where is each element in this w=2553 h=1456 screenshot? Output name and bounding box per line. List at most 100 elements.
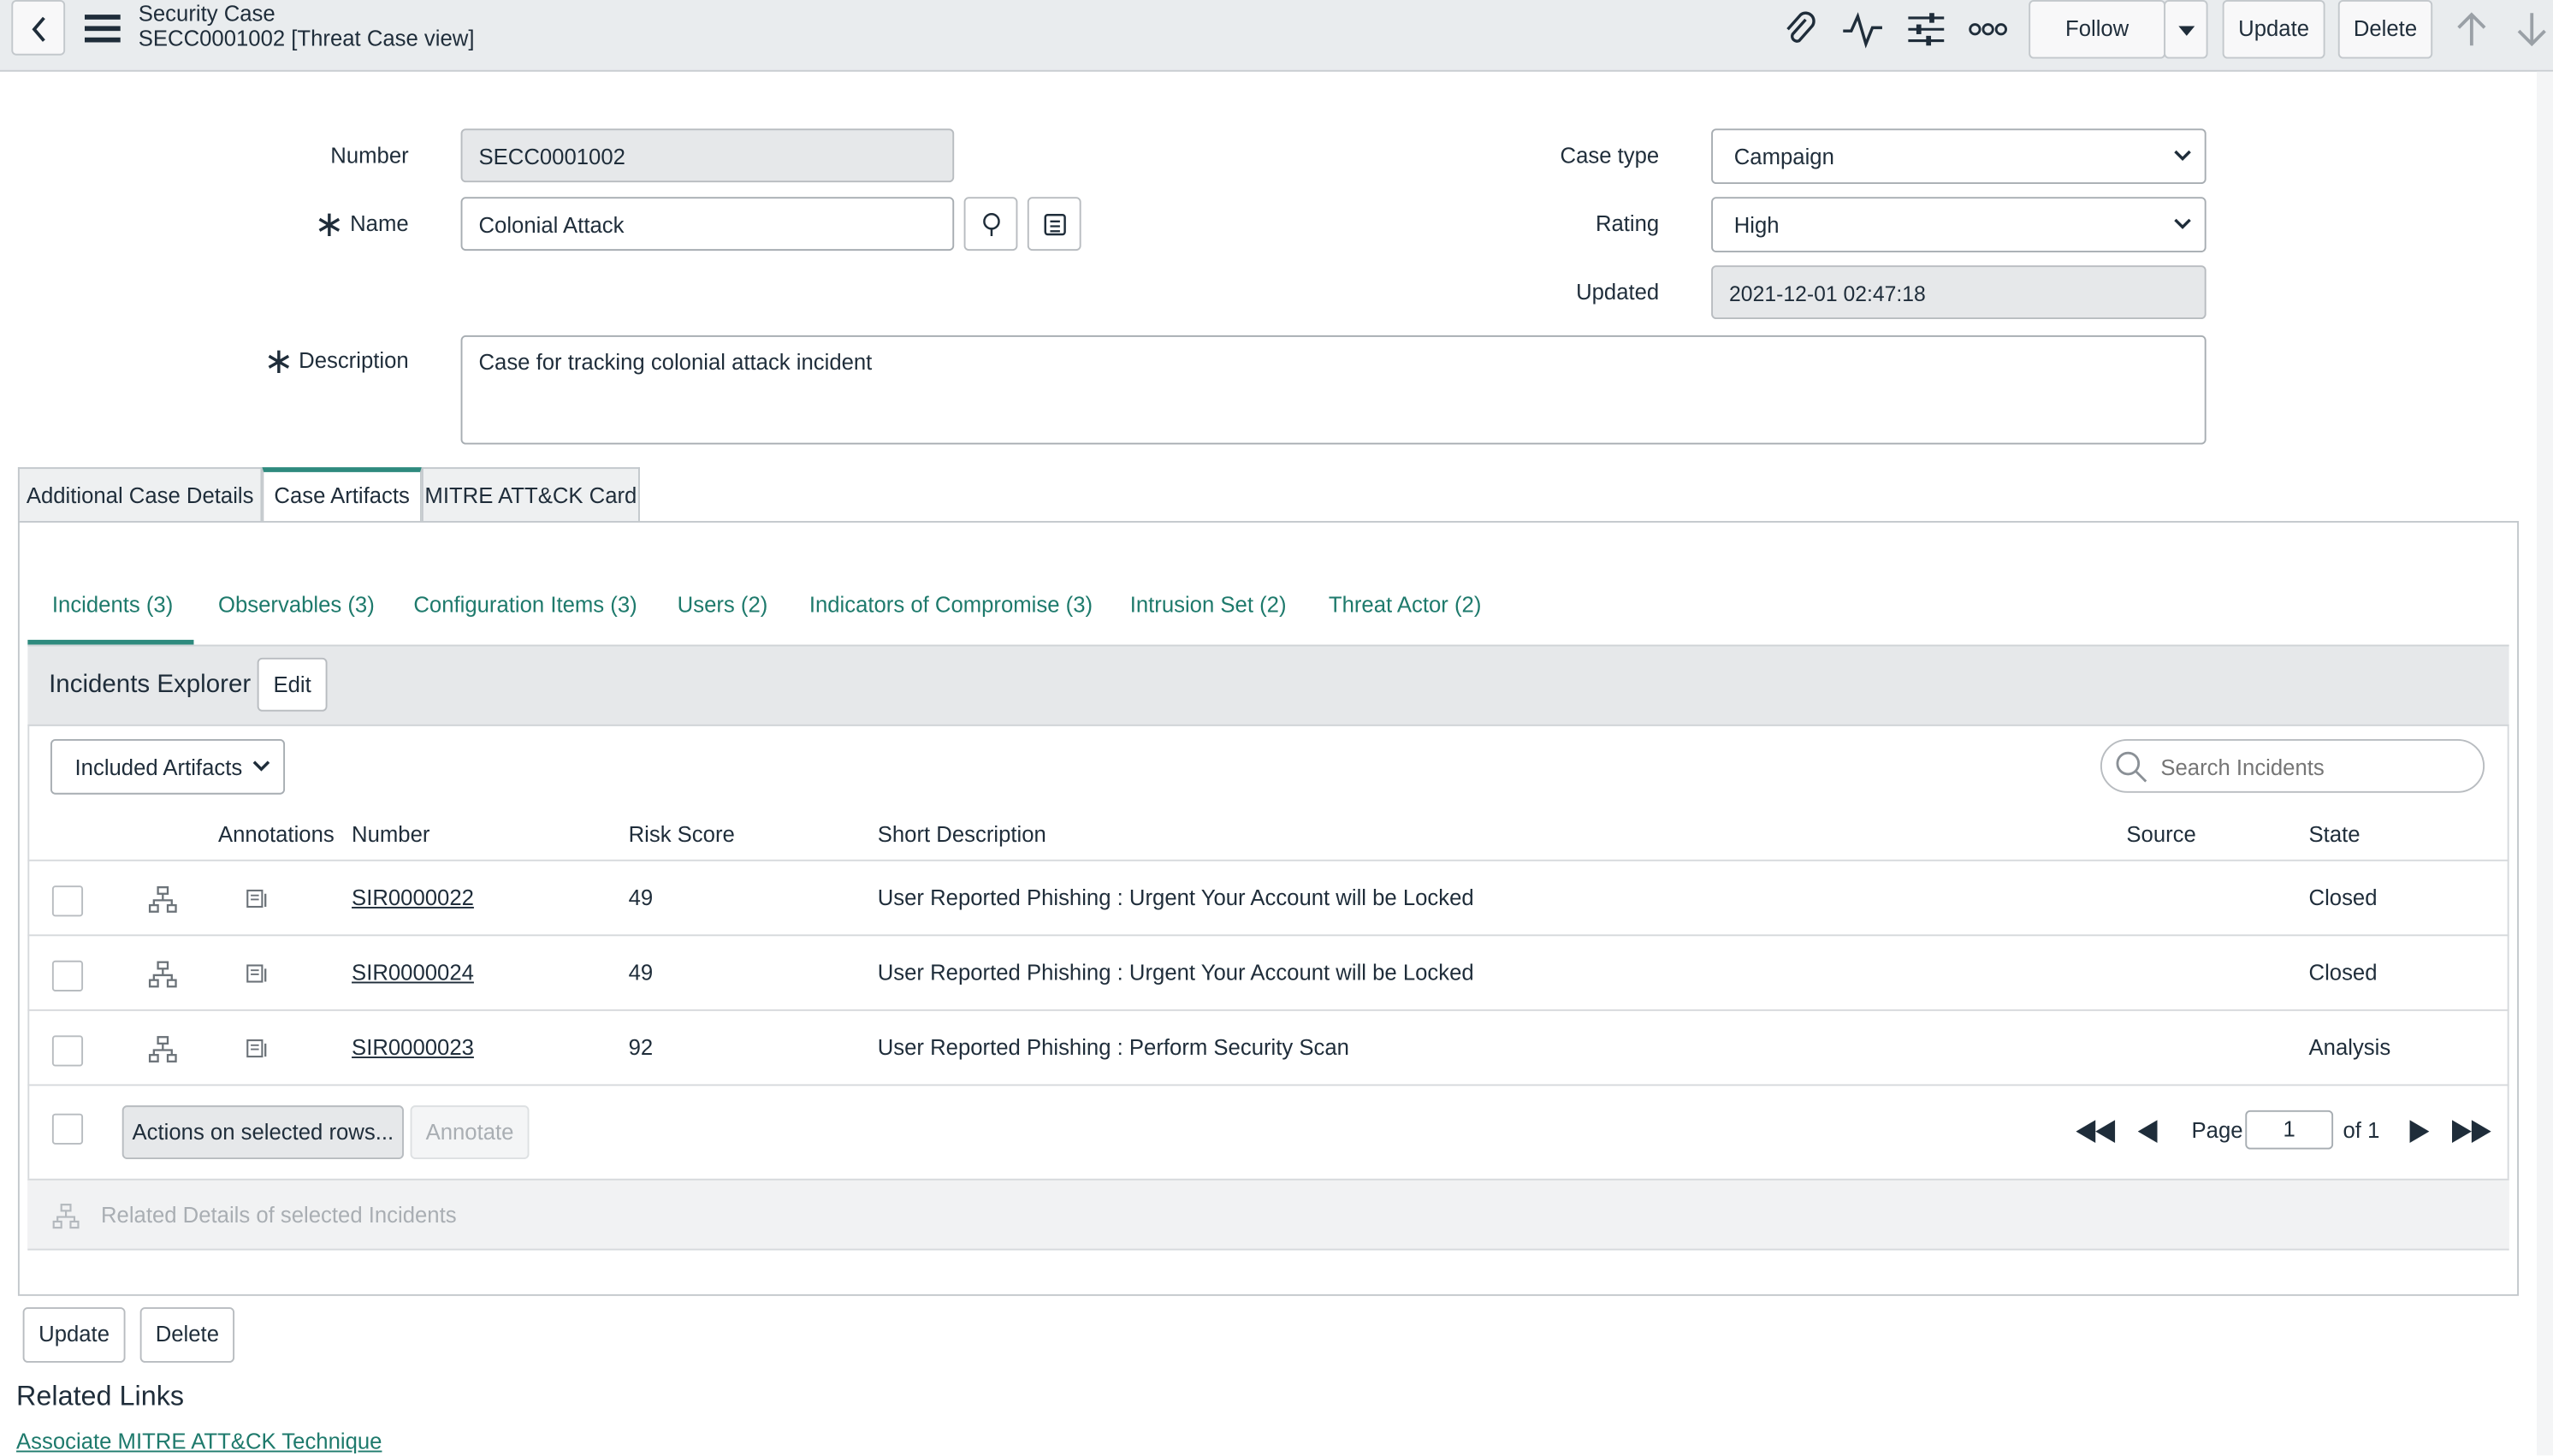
annotate-button[interactable]: Annotate xyxy=(410,1105,530,1159)
arrow-down-icon[interactable] xyxy=(2515,11,2548,47)
incident-number-link[interactable]: SIR0000024 xyxy=(352,961,474,985)
table-row: SIR0000022 49 User Reported Phishing : U… xyxy=(27,859,2509,935)
tab-case-artifacts[interactable]: Case Artifacts xyxy=(262,467,422,523)
column-header-state[interactable]: State xyxy=(2309,822,2360,847)
delete-button[interactable]: Delete xyxy=(2337,0,2433,59)
annotation-icon[interactable] xyxy=(246,1039,269,1058)
search-incidents-box[interactable] xyxy=(2100,738,2485,793)
last-page-icon[interactable] xyxy=(2452,1120,2494,1143)
chevron-down-icon xyxy=(2174,150,2191,161)
column-header-short-description[interactable]: Short Description xyxy=(878,822,1046,847)
record-subtitle: SECC0001002 [Threat Case view] xyxy=(138,26,475,50)
subtab-threat-actor[interactable]: Threat Actor (2) xyxy=(1329,593,1482,618)
artifact-filter-select[interactable]: Included Artifacts xyxy=(50,738,286,795)
case-type-label: Case type xyxy=(1560,143,1660,169)
column-header-number[interactable]: Number xyxy=(352,822,429,847)
table-row: SIR0000023 92 User Reported Phishing : P… xyxy=(27,1009,2509,1086)
risk-score: 92 xyxy=(628,1035,654,1060)
follow-button[interactable]: Follow xyxy=(2029,0,2166,59)
personalize-icon[interactable] xyxy=(1906,9,1946,49)
hierarchy-icon[interactable] xyxy=(148,885,177,914)
rating-value: High xyxy=(1733,212,1780,237)
related-details-bar: Related Details of selected Incidents xyxy=(27,1178,2509,1251)
updated-label: Updated xyxy=(1576,280,1660,305)
previous-page-icon[interactable] xyxy=(2137,1120,2158,1143)
description-label: Description xyxy=(299,348,409,373)
artifact-filter-value: Included Artifacts xyxy=(74,755,243,779)
subtab-observables[interactable]: Observables (3) xyxy=(218,593,375,618)
row-checkbox[interactable] xyxy=(51,885,84,917)
activity-icon[interactable] xyxy=(1841,9,1883,49)
rating-label: Rating xyxy=(1595,211,1660,236)
incident-number-link[interactable]: SIR0000023 xyxy=(352,1035,474,1060)
menu-icon[interactable] xyxy=(84,13,121,43)
first-page-icon[interactable] xyxy=(2074,1120,2116,1143)
annotation-icon[interactable] xyxy=(246,964,269,984)
hierarchy-icon[interactable] xyxy=(148,1035,177,1064)
name-label: Name xyxy=(350,211,409,236)
column-header-source[interactable]: Source xyxy=(2126,822,2195,847)
arrow-up-icon[interactable] xyxy=(2455,11,2488,47)
incident-number-link[interactable]: SIR0000022 xyxy=(352,885,474,910)
column-header-risk-score[interactable]: Risk Score xyxy=(629,822,735,847)
incidents-explorer-header: Incidents Explorer Edit xyxy=(27,644,2509,726)
tab-additional-case-details[interactable]: Additional Case Details xyxy=(17,467,263,521)
risk-score: 49 xyxy=(628,885,654,910)
follow-dropdown-button[interactable] xyxy=(2164,0,2208,59)
hierarchy-icon xyxy=(52,1204,80,1229)
associate-mitre-technique-link[interactable]: Associate MITRE ATT&CK Technique xyxy=(16,1429,382,1454)
subtab-users[interactable]: Users (2) xyxy=(678,593,768,618)
page-label: Page xyxy=(2191,1118,2243,1143)
back-icon xyxy=(32,16,45,42)
more-icon[interactable] xyxy=(1969,21,2008,38)
table-row: SIR0000024 49 User Reported Phishing : U… xyxy=(27,934,2509,1009)
actions-on-selected-rows-button[interactable]: Actions on selected rows... xyxy=(121,1105,404,1159)
template-button[interactable] xyxy=(1027,197,1081,252)
chevron-down-icon xyxy=(2178,26,2195,36)
risk-score: 49 xyxy=(628,960,654,985)
form-header: Security Case SECC0001002 [Threat Case v… xyxy=(0,0,2553,72)
short-description: User Reported Phishing : Urgent Your Acc… xyxy=(877,885,1474,910)
chevron-down-icon xyxy=(2174,218,2191,229)
bottom-update-button[interactable]: Update xyxy=(22,1307,126,1363)
number-field[interactable]: SECC0001002 xyxy=(460,128,955,183)
column-header-annotations[interactable]: Annotations xyxy=(218,822,335,847)
subtab-intrusion-set[interactable]: Intrusion Set (2) xyxy=(1130,593,1287,618)
back-button[interactable] xyxy=(11,0,66,56)
annotation-icon[interactable] xyxy=(246,889,269,909)
description-field[interactable]: Case for tracking colonial attack incide… xyxy=(460,335,2206,445)
paperclip-icon[interactable] xyxy=(1780,9,1819,49)
subtab-incidents[interactable]: Incidents (3) xyxy=(52,593,173,618)
page-total: of 1 xyxy=(2343,1118,2380,1143)
case-type-value: Campaign xyxy=(1733,144,1834,169)
next-page-icon[interactable] xyxy=(2409,1120,2430,1143)
hierarchy-icon[interactable] xyxy=(148,961,177,990)
page-number-input[interactable]: 1 xyxy=(2245,1110,2334,1150)
short-description: User Reported Phishing : Perform Securit… xyxy=(877,1035,1349,1060)
related-details-text: Related Details of selected Incidents xyxy=(100,1203,457,1228)
name-field[interactable]: Colonial Attack xyxy=(460,197,955,252)
bottom-delete-button[interactable]: Delete xyxy=(139,1307,235,1363)
updated-field[interactable]: 2021-12-01 02:47:18 xyxy=(1711,265,2206,319)
subtab-indicators-of-compromise[interactable]: Indicators of Compromise (3) xyxy=(809,593,1093,618)
state: Closed xyxy=(2308,885,2378,910)
case-type-select[interactable]: Campaign xyxy=(1711,128,2206,185)
edit-button[interactable]: Edit xyxy=(257,657,328,712)
tab-mitre-attack-card[interactable]: MITRE ATT&CK Card xyxy=(421,467,640,521)
row-checkbox[interactable] xyxy=(51,960,84,991)
number-label: Number xyxy=(330,143,409,169)
chevron-down-icon xyxy=(252,761,270,772)
vertical-scrollbar[interactable] xyxy=(2536,71,2553,1456)
suggestion-button[interactable] xyxy=(963,197,1018,252)
rating-select[interactable]: High xyxy=(1711,197,2206,252)
related-links-title: Related Links xyxy=(16,1380,185,1412)
page-title: Security Case xyxy=(138,1,275,27)
search-icon xyxy=(2116,751,2147,783)
state: Closed xyxy=(2308,960,2378,985)
subtab-configuration-items[interactable]: Configuration Items (3) xyxy=(413,593,637,618)
header-title-block: Security Case SECC0001002 [Threat Case v… xyxy=(139,2,475,50)
search-input[interactable] xyxy=(2157,749,2473,787)
select-all-checkbox[interactable] xyxy=(51,1113,84,1145)
row-checkbox[interactable] xyxy=(51,1035,84,1067)
update-button[interactable]: Update xyxy=(2222,0,2325,59)
